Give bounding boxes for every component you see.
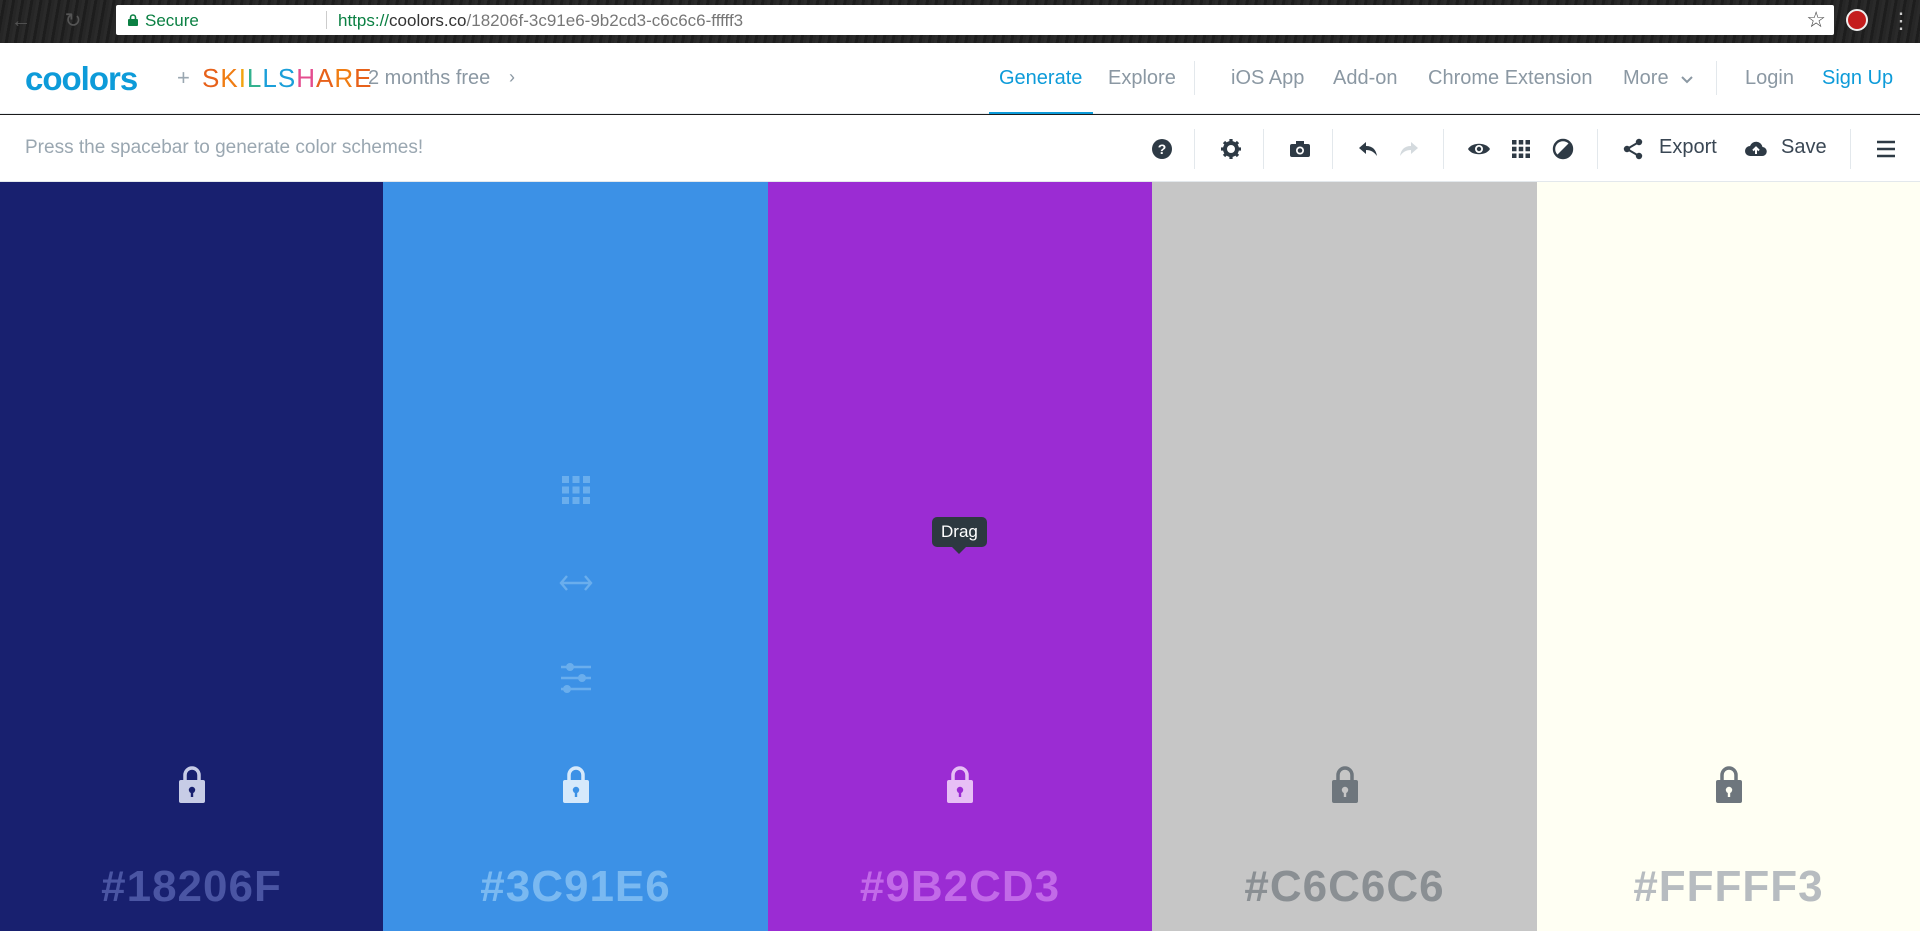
nav-more[interactable]: More (1623, 67, 1669, 90)
cloud-upload-icon[interactable] (1744, 137, 1768, 161)
browser-toolbar: ← ↻ Secure https://coolors.co/18206f-3c9… (0, 0, 1920, 43)
toolbar-divider (1332, 129, 1333, 169)
spacebar-hint: Press the spacebar to generate color sch… (25, 137, 424, 158)
contrast-icon[interactable] (1551, 137, 1575, 161)
back-icon[interactable]: ← (8, 8, 34, 34)
nav-ios-app[interactable]: iOS App (1231, 67, 1304, 90)
toolbar-divider (1443, 129, 1444, 169)
nav-generate[interactable]: Generate (999, 67, 1082, 90)
logo-letter: I (238, 63, 247, 93)
toolbar-divider (1194, 129, 1195, 169)
export-button[interactable]: Export (1659, 136, 1717, 159)
toolbar-divider (1597, 129, 1598, 169)
adjust-sliders-icon[interactable] (558, 660, 594, 696)
nav-addon[interactable]: Add-on (1333, 67, 1398, 90)
nav-signup[interactable]: Sign Up (1822, 67, 1893, 90)
nav-chrome-extension[interactable]: Chrome Extension (1428, 67, 1593, 90)
nav-divider (1716, 61, 1717, 95)
reload-icon[interactable]: ↻ (60, 8, 86, 34)
eye-icon[interactable] (1467, 137, 1491, 161)
url-scheme: https:// (338, 11, 390, 30)
active-tab-indicator (989, 112, 1093, 114)
color-swatch[interactable]: #C6C6C6 (1152, 182, 1537, 931)
logo-letter: L (262, 63, 278, 93)
lock-icon[interactable] (1714, 765, 1744, 805)
svg-text:?: ? (1158, 141, 1167, 157)
address-divider (326, 11, 327, 29)
help-icon[interactable]: ? (1150, 137, 1174, 161)
hex-code[interactable]: #18206F (0, 862, 383, 912)
address-bar[interactable]: Secure https://coolors.co/18206f-3c91e6-… (116, 5, 1834, 35)
drag-arrows-icon[interactable] (558, 565, 594, 601)
url-text[interactable]: https://coolors.co/18206f-3c91e6-9b2cd3-… (338, 11, 743, 31)
bookmark-star-icon[interactable]: ☆ (1806, 7, 1826, 33)
color-swatch[interactable]: #3C91E6 (383, 182, 768, 931)
save-button[interactable]: Save (1781, 136, 1827, 159)
nav-login[interactable]: Login (1745, 67, 1794, 90)
redo-icon[interactable] (1397, 137, 1421, 161)
lock-icon[interactable] (177, 765, 207, 805)
toolbar-divider (1263, 129, 1264, 169)
logo-letter: L (246, 63, 263, 93)
undo-icon[interactable] (1356, 137, 1380, 161)
nav-explore[interactable]: Explore (1108, 67, 1176, 90)
secure-lock-icon (128, 14, 138, 26)
chevron-right-icon: › (509, 67, 515, 87)
grid-icon[interactable] (1509, 137, 1533, 161)
color-swatch[interactable]: #FFFFF3 (1537, 182, 1920, 931)
logo-letter: S (277, 63, 297, 93)
hex-code[interactable]: #C6C6C6 (1152, 862, 1537, 912)
url-host: coolors.co (389, 11, 467, 30)
skillshare-logo[interactable]: SKILLSHARE (202, 63, 372, 94)
coolors-logo[interactable]: coolors (25, 60, 138, 98)
logo-letter: H (296, 63, 316, 93)
hamburger-menu-icon[interactable] (1874, 137, 1898, 161)
plus-sign: + (177, 65, 190, 90)
logo-letter: S (202, 63, 221, 93)
secure-label: Secure (145, 11, 199, 30)
promo-link[interactable]: 2 months free (368, 67, 490, 90)
extension-icon[interactable] (1846, 9, 1868, 31)
nav-divider (1194, 61, 1195, 95)
logo-letter: K (220, 63, 239, 93)
site-header: coolors + SKILLSHARE 2 months free › Gen… (0, 43, 1920, 114)
logo-letter: A (315, 63, 335, 93)
generator-toolbar: Press the spacebar to generate color sch… (0, 115, 1920, 182)
color-swatch[interactable]: #9B2CD3 (768, 182, 1152, 931)
logo-letter: R (334, 63, 355, 93)
hex-code[interactable]: #FFFFF3 (1537, 862, 1920, 912)
lock-icon[interactable] (561, 765, 591, 805)
lock-icon[interactable] (945, 765, 975, 805)
shades-grid-icon[interactable] (558, 472, 594, 508)
lock-icon[interactable] (1330, 765, 1360, 805)
chevron-down-icon (1681, 76, 1693, 84)
camera-icon[interactable] (1288, 137, 1312, 161)
hex-code[interactable]: #3C91E6 (383, 862, 768, 912)
toolbar-divider (1850, 129, 1851, 169)
color-palette: #18206F #3C91E6 #9B2CD3 #C6C6C6 #FFFFF3 (0, 182, 1920, 931)
drag-tooltip: Drag (932, 517, 987, 554)
hex-code[interactable]: #9B2CD3 (768, 862, 1152, 912)
settings-gear-icon[interactable] (1219, 137, 1243, 161)
browser-menu-icon[interactable]: ⋮ (1890, 8, 1912, 34)
url-path: /18206f-3c91e6-9b2cd3-c6c6c6-fffff3 (466, 11, 744, 30)
share-icon[interactable] (1621, 137, 1645, 161)
color-swatch[interactable]: #18206F (0, 182, 383, 931)
